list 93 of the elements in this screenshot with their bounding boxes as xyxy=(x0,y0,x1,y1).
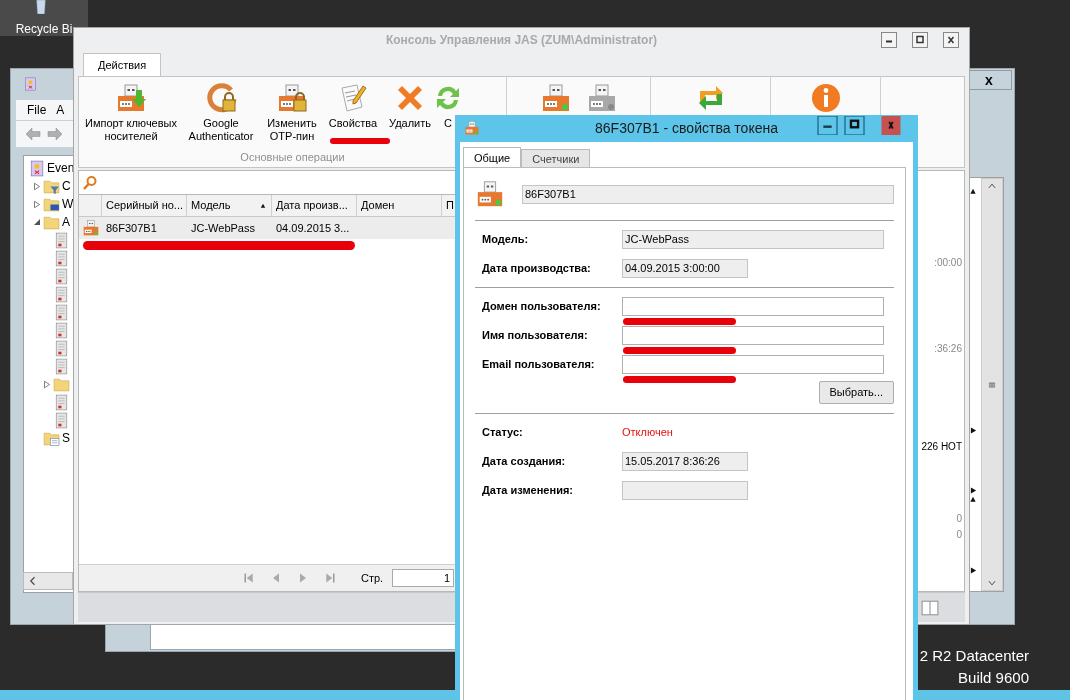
token-import-icon xyxy=(115,82,147,114)
log-icon xyxy=(53,321,70,339)
text-field[interactable] xyxy=(622,326,884,345)
serial-field[interactable]: 86F307B1 xyxy=(522,184,894,204)
ribbon-tab[interactable]: Действия xyxy=(83,53,162,76)
sort-up-arrow-icon xyxy=(969,496,977,502)
detail-text: 226 HOT xyxy=(921,440,962,454)
log-icon xyxy=(53,357,70,375)
text-field[interactable]: 15.05.2017 8:36:26 xyxy=(622,452,748,471)
first-page-icon[interactable] xyxy=(243,572,255,584)
page-label: Стр. xyxy=(361,570,384,586)
collapsed-arrow-icon[interactable] xyxy=(33,199,41,209)
search-icon xyxy=(82,174,98,191)
log-icon xyxy=(53,411,70,429)
log-icon xyxy=(53,267,70,285)
token-icon xyxy=(475,179,505,209)
log-icon xyxy=(53,231,70,249)
os-edition-text: 2 R2 Datacenter xyxy=(919,646,1029,666)
column-header[interactable]: Дата произв... xyxy=(272,195,357,216)
expand-arrow-icon xyxy=(970,426,977,435)
os-build-text: Build 9600 xyxy=(958,668,1029,688)
field-label: Имя пользователя: xyxy=(482,328,589,344)
menu-item[interactable]: A xyxy=(56,101,65,119)
text-field[interactable]: 04.09.2015 3:00:00 xyxy=(622,259,748,278)
ribbon-group-label: Основные операции xyxy=(240,150,345,165)
redaction-mark xyxy=(330,138,390,144)
info-icon xyxy=(809,82,842,114)
column-header[interactable]: Модель xyxy=(187,195,272,216)
page-number-field[interactable]: 1 xyxy=(392,569,455,587)
toolbar-button[interactable]: Удалить xyxy=(385,82,435,130)
toolbar-button[interactable]: Импорт ключевых носителей xyxy=(83,82,179,143)
field-label: Статус: xyxy=(482,425,524,441)
text-field[interactable] xyxy=(622,297,884,316)
collapsed-arrow-icon[interactable] xyxy=(43,379,51,389)
log-icon xyxy=(53,285,70,303)
columns-icon[interactable] xyxy=(919,598,941,617)
column-header[interactable]: Серийный но... xyxy=(102,195,187,216)
forward-arrow-icon[interactable] xyxy=(46,126,64,142)
sort-up-arrow-icon xyxy=(969,188,977,194)
scroll-grip-icon xyxy=(987,379,997,390)
log-book-icon xyxy=(28,159,45,177)
collapsed-arrow-icon[interactable] xyxy=(33,181,41,191)
scroll-down-icon xyxy=(986,578,998,588)
dialog-tab[interactable]: Общие xyxy=(463,147,522,168)
token-icon xyxy=(464,120,480,136)
text-field[interactable] xyxy=(622,481,748,500)
toolbar-button[interactable]: Изменить OTP-пин xyxy=(263,82,321,143)
tree-item[interactable]: S xyxy=(62,429,70,447)
expanded-arrow-icon[interactable] xyxy=(33,218,41,226)
table-cell-text: JC-WebPass xyxy=(190,220,256,236)
scrollbar[interactable] xyxy=(23,572,73,590)
text-field[interactable] xyxy=(622,355,884,374)
expand-arrow-icon xyxy=(970,486,977,495)
menu-item[interactable]: File xyxy=(27,101,47,119)
detail-text: 0 xyxy=(956,528,962,542)
field-label: Дата изменения: xyxy=(482,483,574,499)
detail-text: :00:00 xyxy=(934,256,962,270)
minimize-icon[interactable] xyxy=(814,116,841,135)
log-icon xyxy=(53,249,70,267)
field-label: Модель: xyxy=(482,232,530,248)
dialog-title: 86F307B1 - свойства токена xyxy=(595,119,778,138)
detail-text: :36:26 xyxy=(934,342,962,356)
back-arrow-icon[interactable] xyxy=(24,126,42,142)
token-lock-icon xyxy=(276,82,308,114)
maximize-icon[interactable] xyxy=(841,116,868,135)
last-page-icon[interactable] xyxy=(324,572,336,584)
field-label: Дата создания: xyxy=(482,454,567,470)
tree-item[interactable]: A xyxy=(62,213,70,231)
scrollbar[interactable] xyxy=(981,178,1003,591)
status-text: Отключен xyxy=(622,425,673,441)
toolbar-button[interactable]: Google Authenticator xyxy=(185,82,257,143)
text-field[interactable]: JC-WebPass xyxy=(622,230,884,249)
scroll-up-icon xyxy=(986,181,998,191)
google-lock-icon xyxy=(205,82,237,114)
choose-button[interactable]: Выбрать... xyxy=(818,381,894,404)
log-icon xyxy=(53,393,70,411)
detail-text: 0 xyxy=(956,512,962,526)
column-header[interactable]: Домен xyxy=(357,195,442,216)
field-label: Дата производства: xyxy=(482,261,592,277)
tree-item[interactable]: C xyxy=(62,177,71,195)
field-label: Email пользователя: xyxy=(482,357,596,373)
expand-arrow-icon xyxy=(970,566,977,575)
log-icon xyxy=(53,339,70,357)
table-cell-text: 04.09.2015 3... xyxy=(275,220,351,236)
field-label: Домен пользователя: xyxy=(482,299,602,315)
window-title: Консоль Управления JAS (ZUM\Administrator) xyxy=(385,32,658,49)
toolbar-button[interactable]: С xyxy=(441,82,455,130)
toolbar-button[interactable]: Свойства xyxy=(327,82,379,130)
tree-item[interactable]: W xyxy=(62,195,74,213)
log-book-icon xyxy=(23,76,37,92)
token-icon xyxy=(81,219,100,237)
table-cell-text: 86F307B1 xyxy=(105,220,158,236)
log-icon xyxy=(53,303,70,321)
